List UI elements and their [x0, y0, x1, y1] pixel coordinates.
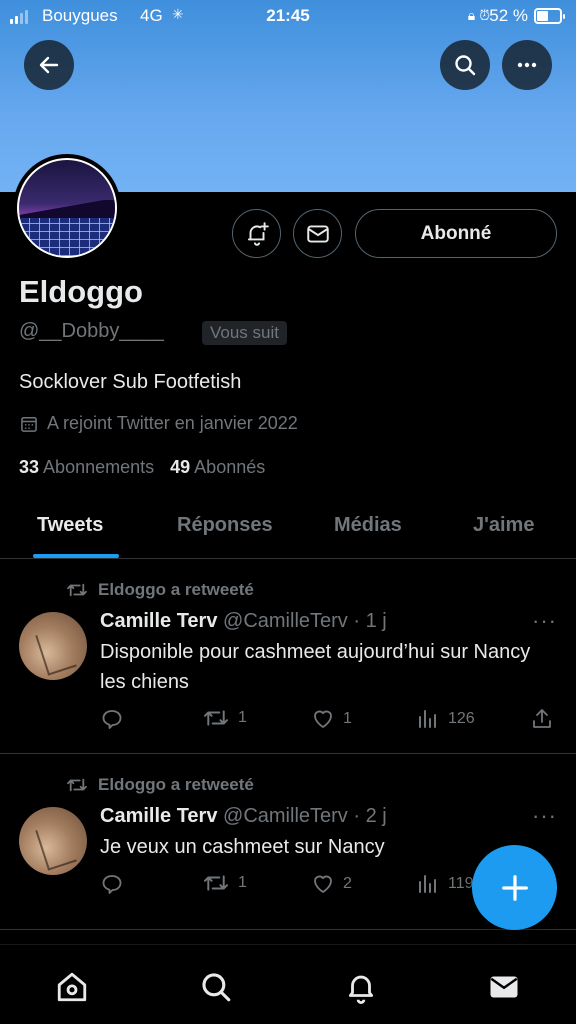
retweet-button[interactable]: 1	[202, 872, 247, 894]
join-date: A rejoint Twitter en janvier 2022	[19, 413, 298, 434]
avatar[interactable]	[19, 612, 87, 680]
like-count: 1	[343, 710, 352, 727]
tweet-actions: 1 1 126	[100, 707, 560, 733]
battery-percent: 52 %	[489, 6, 528, 25]
profile-avatar[interactable]	[13, 154, 121, 262]
followers-link[interactable]: 49 Abonnés	[170, 457, 265, 478]
back-button[interactable]	[24, 40, 74, 90]
following-link[interactable]: 33 Abonnements	[19, 457, 154, 478]
heart-icon	[314, 875, 332, 893]
orientation-lock-and-alarm-icons: 🔒︎ ⏰︎	[467, 7, 490, 23]
followers-label: Abonnés	[194, 457, 266, 477]
views-chart-icon	[419, 875, 436, 893]
nav-messages[interactable]	[484, 967, 524, 1007]
tweet-item[interactable]: Eldoggo a retweeté Camille Terv @Camille…	[0, 560, 576, 754]
retweet-count: 1	[238, 709, 247, 726]
profile-bio: Socklover Sub Footfetish	[19, 371, 242, 393]
tweet-text: Disponible pour cashmeet aujourd’hui sur…	[100, 641, 531, 693]
views-button[interactable]: 126	[416, 707, 475, 731]
following-label: Abonnements	[43, 457, 155, 477]
retweet-label: Eldoggo a retweeté	[98, 580, 254, 599]
tab-media[interactable]: Médias	[334, 514, 402, 537]
avatar[interactable]	[19, 807, 87, 875]
avatar-image	[17, 158, 117, 258]
nav-search[interactable]	[196, 967, 236, 1007]
home-icon	[57, 972, 87, 1002]
calendar-icon	[21, 416, 37, 432]
retweet-icon	[67, 583, 87, 597]
search-icon	[455, 55, 476, 76]
tab-likes[interactable]: J'aime	[473, 514, 534, 537]
author-name[interactable]: Camille Terv	[100, 805, 217, 827]
tab-tweets[interactable]: Tweets	[37, 514, 103, 537]
heart-icon	[314, 710, 332, 728]
nav-home[interactable]	[52, 967, 92, 1007]
tweet-header: Camille Terv @CamilleTerv · 1 j	[100, 610, 387, 633]
reply-icon	[102, 875, 122, 894]
more-options-button[interactable]	[502, 40, 552, 90]
profile-name: Eldoggo	[19, 274, 143, 309]
author-name[interactable]: Camille Terv	[100, 610, 217, 632]
view-count: 126	[448, 710, 475, 727]
follow-counts: 33 Abonnements 49 Abonnés	[19, 457, 265, 478]
tab-replies[interactable]: Réponses	[177, 514, 273, 537]
retweet-count: 1	[238, 874, 247, 891]
envelope-icon	[306, 224, 329, 243]
bell-plus-icon	[247, 221, 269, 246]
like-button[interactable]: 2	[311, 872, 352, 896]
search-icon	[202, 973, 231, 1002]
following-button[interactable]: Abonné	[355, 209, 557, 258]
view-count: 119	[448, 875, 474, 892]
retweet-context: Eldoggo a retweeté	[66, 775, 254, 795]
arrow-left-icon	[39, 56, 59, 74]
profile-handle: @__Dobby____	[19, 320, 164, 342]
join-date-text: A rejoint Twitter en janvier 2022	[47, 413, 298, 433]
plus-icon	[501, 874, 528, 901]
views-button[interactable]: 119	[416, 872, 474, 896]
reply-button[interactable]	[100, 707, 132, 731]
retweet-button[interactable]: 1	[202, 707, 247, 729]
retweet-icon	[204, 710, 228, 726]
follows-you-badge: Vous suit	[202, 321, 287, 345]
tweet-more-icon[interactable]: ···	[532, 608, 557, 634]
envelope-icon	[490, 976, 518, 998]
tweet-more-icon[interactable]: ···	[532, 803, 557, 829]
share-button[interactable]	[530, 707, 554, 731]
bell-icon	[348, 975, 374, 1004]
active-tab-indicator	[33, 554, 119, 558]
notifications-subscribe-button[interactable]	[232, 209, 281, 258]
retweet-icon	[67, 778, 87, 792]
retweet-icon	[204, 875, 228, 891]
author-handle-and-time: @CamilleTerv · 2 j	[223, 805, 387, 827]
like-count: 2	[343, 875, 352, 892]
tweet-header: Camille Terv @CamilleTerv · 2 j	[100, 805, 387, 828]
search-button[interactable]	[440, 40, 490, 90]
nav-notifications[interactable]	[341, 967, 381, 1007]
views-chart-icon	[419, 710, 436, 728]
reply-icon	[102, 710, 122, 729]
bottom-navigation	[0, 944, 576, 1024]
more-horizontal-icon	[517, 62, 537, 68]
like-button[interactable]: 1	[311, 707, 352, 731]
status-bar: Bouygues 4G ✳ 21:45 🔒︎ ⏰︎ 52 %	[0, 0, 576, 34]
share-icon	[533, 709, 551, 728]
battery-icon	[534, 8, 565, 24]
reply-button[interactable]	[100, 872, 132, 896]
compose-tweet-button[interactable]	[472, 845, 557, 930]
retweet-label: Eldoggo a retweeté	[98, 775, 254, 794]
profile-tabs: Tweets Réponses Médias J'aime	[0, 500, 576, 559]
followers-count: 49	[170, 457, 191, 477]
message-button[interactable]	[293, 209, 342, 258]
author-handle-and-time: @CamilleTerv · 1 j	[223, 610, 387, 632]
following-count: 33	[19, 457, 40, 477]
retweet-context: Eldoggo a retweeté	[66, 580, 254, 600]
